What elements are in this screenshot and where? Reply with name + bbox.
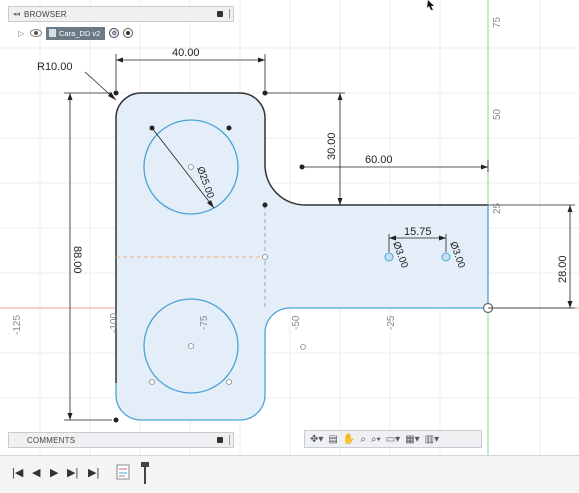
component-chip[interactable]: Cara_DD v2	[46, 26, 106, 40]
zoom-window-icon[interactable]: ⌕▾	[371, 434, 381, 445]
dim-step-height[interactable]: 30.00	[326, 132, 338, 160]
activate-radio-icon[interactable]	[123, 28, 134, 38]
browser-root-row[interactable]: ▷ Cara_DD v2 ⚙	[18, 25, 134, 41]
display-settings-icon[interactable]: ▭▾	[386, 434, 400, 445]
collapse-arrow-icon[interactable]: ◂◂	[13, 10, 20, 18]
tick-h-m75: -75	[199, 315, 210, 330]
sketch-canvas[interactable]: R10.00 40.00 30.00 60.00 15.75 Ø3.00 Ø3.…	[0, 0, 579, 455]
panel-divider	[229, 9, 230, 19]
browser-title: BROWSER	[24, 9, 67, 19]
first-icon[interactable]: |◀	[12, 466, 23, 479]
profile-region[interactable]	[116, 93, 488, 420]
previous-icon[interactable]: ◀	[32, 466, 40, 479]
play-icon[interactable]: ▶	[50, 466, 58, 479]
dim-arm-height[interactable]: 28.00	[557, 255, 569, 283]
active-component-icon[interactable]: ⚙	[109, 28, 120, 38]
sketch-feature-icon[interactable]	[116, 463, 130, 481]
zoom-icon[interactable]: ⌕	[360, 434, 366, 445]
tick-h-m100: -100	[109, 313, 120, 333]
orbit-icon[interactable]: ✥▾	[310, 434, 323, 445]
mouse-cursor-icon	[427, 0, 434, 10]
tick-v-25: 25	[492, 202, 503, 214]
pan-icon[interactable]: ✋	[343, 434, 355, 445]
tick-h-m50: -50	[291, 315, 302, 330]
expand-triangle-icon[interactable]: ▷	[18, 29, 26, 38]
small-hole-left[interactable]	[384, 252, 394, 262]
tick-v-75: 75	[492, 16, 503, 28]
add-comment-icon[interactable]	[217, 437, 223, 443]
viewports-icon[interactable]: ▥▾	[425, 434, 439, 445]
navigation-toolbar: ✥▾ ▤ ✋ ⌕ ⌕▾ ▭▾ ▦▾ ▥▾	[304, 430, 482, 448]
next-icon[interactable]: ▶|	[67, 466, 78, 479]
timeline-bar: |◀ ◀ ▶ ▶| ▶|	[0, 455, 579, 493]
browser-panel-header[interactable]: ◂◂ BROWSER	[8, 6, 234, 22]
dim-hole-spacing[interactable]: 15.75	[404, 226, 432, 238]
dim-top-width[interactable]: 40.00	[172, 47, 200, 59]
last-icon[interactable]: ▶|	[88, 466, 99, 479]
component-name: Cara_DD v2	[59, 28, 101, 38]
dim-arm-length[interactable]: 60.00	[365, 154, 393, 166]
pin-icon[interactable]	[217, 11, 223, 17]
visibility-eye-icon[interactable]	[30, 29, 42, 37]
tick-h-m25: -25	[386, 315, 397, 330]
look-at-icon[interactable]: ▤	[328, 434, 337, 445]
tick-v-50: 50	[492, 108, 503, 120]
tick-h-m125: -125	[12, 315, 23, 335]
dim-total-height[interactable]: 88.00	[71, 246, 83, 274]
comments-panel-header[interactable]: COMMENTS	[8, 432, 234, 448]
comments-title: COMMENTS	[27, 435, 76, 445]
panel-divider	[229, 435, 230, 445]
document-icon	[49, 29, 56, 37]
dim-radius[interactable]: R10.00	[37, 61, 72, 73]
grid-icon[interactable]: ▦▾	[405, 434, 419, 445]
timeline-marker-icon[interactable]	[141, 462, 149, 484]
small-hole-right[interactable]	[441, 252, 451, 262]
sketch-drawing: R10.00 40.00 30.00 60.00 15.75 Ø3.00 Ø3.…	[0, 0, 579, 455]
